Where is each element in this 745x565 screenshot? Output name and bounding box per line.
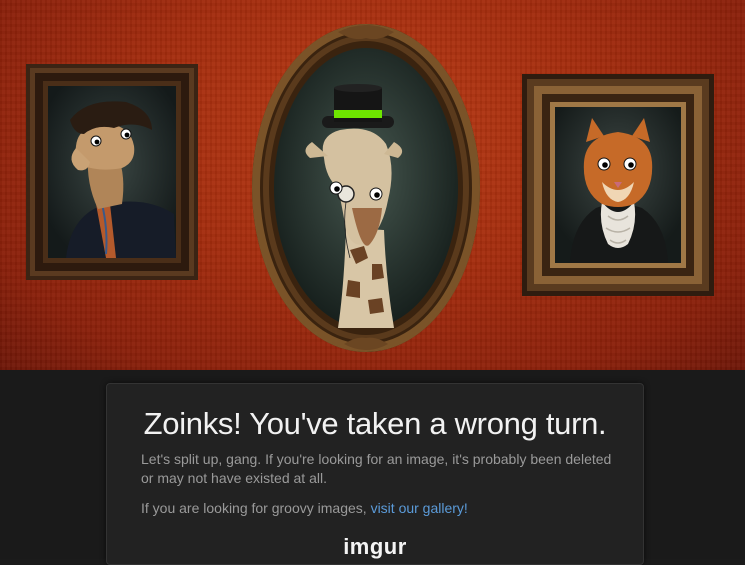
imgur-logo[interactable]: imgur: [107, 534, 643, 560]
horse-portrait: [26, 64, 198, 280]
gallery-suggestion-text: If you are looking for groovy images,: [141, 500, 371, 516]
page-title: Zoinks! You've taken a wrong turn.: [143, 406, 607, 441]
hero-banner: [0, 0, 745, 370]
giraffe-portrait: [252, 24, 480, 352]
explanation-text: Let's split up, gang. If you're looking …: [141, 451, 612, 486]
visit-gallery-link[interactable]: visit our gallery!: [371, 500, 468, 516]
gallery-suggestion: If you are looking for groovy images, vi…: [141, 499, 621, 518]
cat-portrait: [522, 74, 714, 296]
error-message-card: Zoinks! You've taken a wrong turn. Let's…: [106, 383, 644, 565]
